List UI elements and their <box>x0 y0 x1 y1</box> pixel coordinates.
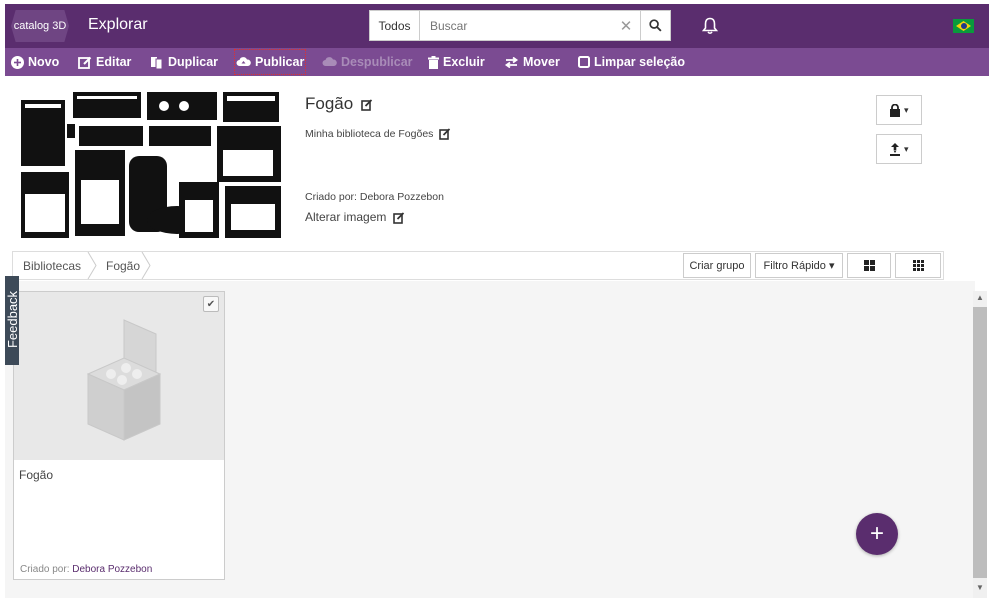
exchange-icon <box>504 56 519 68</box>
library-description-text: Minha biblioteca de Fogões <box>305 128 434 140</box>
breadcrumb: Bibliotecas Fogão Criar grupo Filtro Ráp… <box>12 251 944 280</box>
page-title: Explorar <box>88 16 148 33</box>
language-flag-icon[interactable] <box>953 19 974 33</box>
app-logo[interactable]: catalog 3D <box>11 10 69 42</box>
square-icon <box>578 56 590 68</box>
unpublish-label: Despublicar <box>341 55 413 69</box>
lock-icon <box>890 103 901 117</box>
breadcrumb-item-fogao[interactable]: Fogão <box>106 252 140 279</box>
chevron-down-icon: ▾ <box>825 260 835 272</box>
item-created-by: Criado por: Debora Pozzebon <box>20 564 152 575</box>
edit-icon <box>78 56 92 69</box>
feedback-label: Feedback <box>5 290 20 349</box>
scroll-down-arrow-icon[interactable]: ▼ <box>976 583 984 592</box>
search-icon <box>649 19 662 32</box>
item-title[interactable]: Fogão <box>19 468 53 482</box>
cloud-download-icon <box>322 56 337 68</box>
delete-button[interactable]: Excluir <box>428 48 485 76</box>
edit-label: Editar <box>96 55 132 69</box>
quick-filter-label: Filtro Rápido <box>763 259 826 272</box>
library-cover-image <box>21 92 281 238</box>
plus-circle-icon <box>11 55 24 69</box>
grid-small-icon <box>912 260 924 271</box>
created-by-label: Criado por: <box>305 191 357 203</box>
delete-label: Excluir <box>443 55 485 69</box>
change-image-link[interactable]: Alterar imagem <box>305 210 405 224</box>
search-bar: Todos ✕ <box>369 10 671 41</box>
chevron-down-icon: ▾ <box>901 143 909 154</box>
new-label: Novo <box>28 55 60 69</box>
edit-title-icon[interactable] <box>361 98 373 111</box>
library-description: Minha biblioteca de Fogões <box>305 128 451 141</box>
edit-description-icon[interactable] <box>439 128 451 141</box>
view-large-grid-button[interactable] <box>847 253 891 278</box>
duplicate-button[interactable]: Duplicar <box>150 48 218 76</box>
vertical-scrollbar[interactable]: ▲ ▼ <box>973 291 987 598</box>
clear-selection-button[interactable]: Limpar seleção <box>578 48 685 76</box>
publish-label: Publicar <box>255 55 305 69</box>
checkmark-icon: ✔ <box>206 298 216 310</box>
import-dropdown-button[interactable]: ▾ <box>876 134 922 164</box>
item-created-by-user: Debora Pozzebon <box>72 564 153 575</box>
library-header: Fogão Minha biblioteca de Fogões Criado … <box>5 76 989 244</box>
copy-icon <box>150 56 164 69</box>
library-title: Fogão <box>305 94 373 114</box>
bell-icon[interactable] <box>701 17 719 40</box>
change-image-label: Alterar imagem <box>305 210 387 224</box>
new-button[interactable]: Novo <box>11 48 59 76</box>
search-input[interactable] <box>420 11 612 40</box>
quick-filter-dropdown[interactable]: Filtro Rápido ▾ <box>755 253 843 278</box>
publish-button[interactable]: Publicar <box>233 48 307 76</box>
close-icon[interactable]: ✕ <box>612 17 640 35</box>
grid-large-icon <box>863 260 875 271</box>
breadcrumb-separator <box>141 252 151 279</box>
list-item[interactable]: ✔ Fogão Criado por: Debora Pozzebon <box>13 291 225 580</box>
feedback-tab[interactable]: Feedback <box>5 276 20 365</box>
add-item-fab-button[interactable]: + <box>856 513 898 555</box>
item-select-checkbox[interactable]: ✔ <box>203 296 219 312</box>
scrollbar-thumb[interactable] <box>973 307 987 578</box>
search-button[interactable] <box>640 11 670 40</box>
scroll-up-arrow-icon[interactable]: ▲ <box>976 293 984 302</box>
edit-button[interactable]: Editar <box>78 48 131 76</box>
permissions-dropdown-button[interactable]: ▾ <box>876 95 922 125</box>
library-title-text: Fogão <box>305 94 354 113</box>
search-scope-select[interactable]: Todos <box>370 11 420 40</box>
breadcrumb-separator <box>87 252 97 279</box>
breadcrumb-item-bibliotecas[interactable]: Bibliotecas <box>23 252 81 279</box>
create-group-button[interactable]: Criar grupo <box>683 253 751 278</box>
item-created-by-label: Criado por: <box>20 564 70 575</box>
upload-download-icon <box>890 142 901 156</box>
move-label: Mover <box>523 55 560 69</box>
trash-icon <box>428 55 439 69</box>
unpublish-button[interactable]: Despublicar <box>322 48 413 76</box>
cloud-upload-icon <box>236 56 251 68</box>
view-small-grid-button[interactable] <box>895 253 941 278</box>
move-button[interactable]: Mover <box>504 48 560 76</box>
action-toolbar: Novo Editar Duplicar Publicar Despublica… <box>5 48 989 76</box>
item-thumbnail <box>14 292 224 460</box>
created-by-user: Debora Pozzebon <box>359 191 444 203</box>
library-created-by: Criado por: Debora Pozzebon <box>305 191 444 203</box>
edit-image-icon <box>392 212 404 224</box>
clear-selection-label: Limpar seleção <box>594 55 686 69</box>
chevron-down-icon: ▾ <box>901 104 909 115</box>
duplicate-label: Duplicar <box>168 55 219 69</box>
plus-icon: + <box>869 520 884 547</box>
top-navbar: catalog 3D Explorar Todos ✕ <box>5 4 989 48</box>
